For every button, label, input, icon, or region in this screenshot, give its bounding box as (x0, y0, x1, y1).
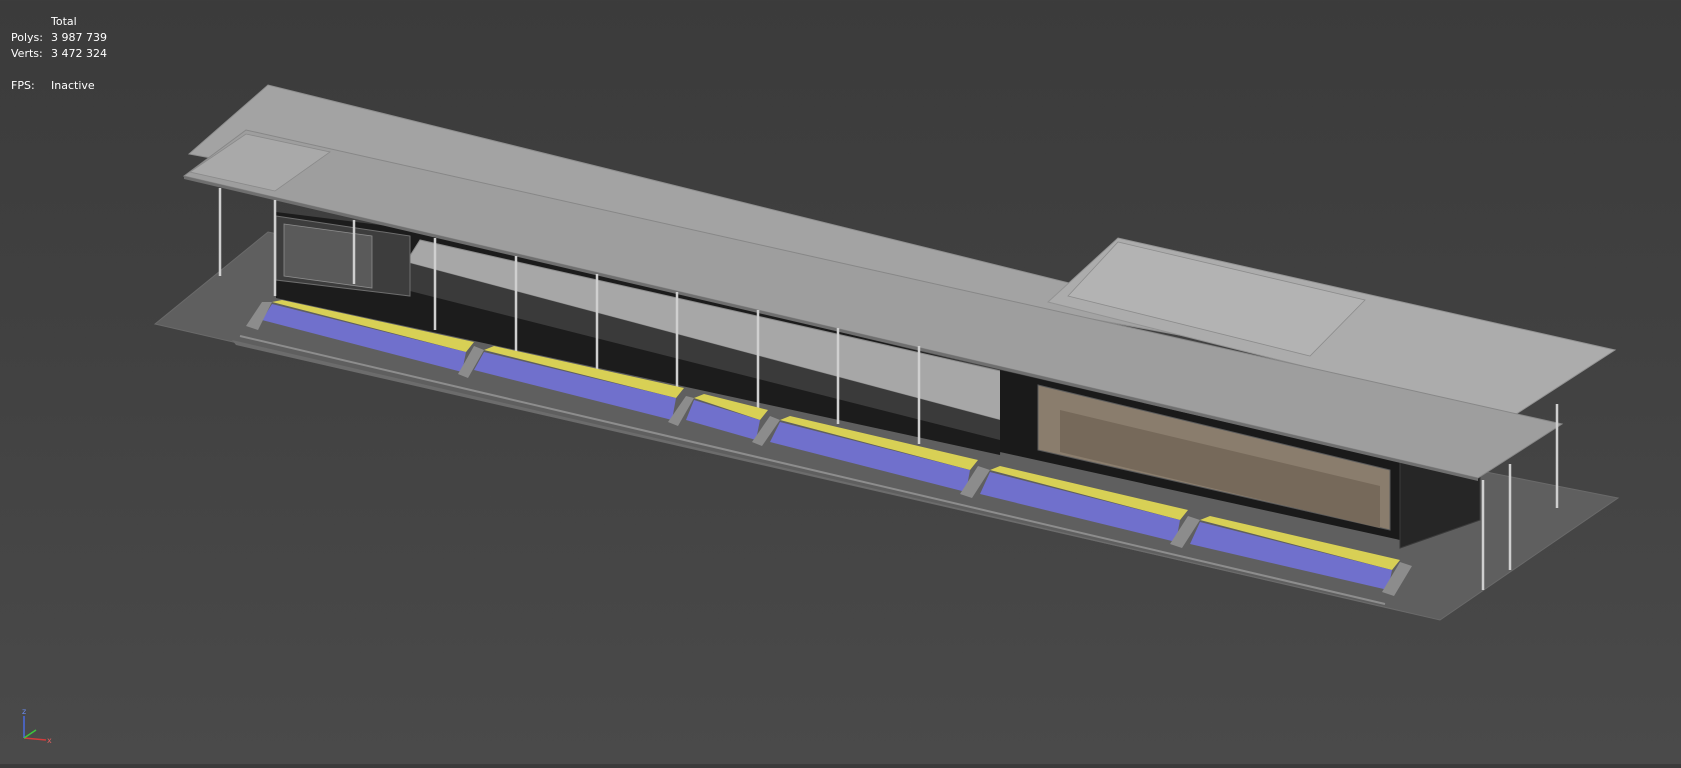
fps-label: FPS: (11, 79, 35, 92)
verts-label: Verts: (11, 47, 43, 60)
axis-y-line (23, 729, 37, 739)
fps-value: Inactive (51, 79, 95, 92)
polys-label: Polys: (11, 31, 43, 44)
axis-z-label: z (22, 707, 26, 716)
verts-value: 3 472 324 (51, 47, 107, 60)
3d-viewport[interactable]: Total Polys: 3 987 739 Verts: 3 472 324 … (0, 0, 1681, 764)
stats-header: Total (51, 15, 77, 28)
axis-x-line (23, 737, 47, 741)
stadium-model (153, 84, 1620, 621)
axis-x-label: x (47, 736, 52, 745)
polys-value: 3 987 739 (51, 31, 107, 44)
axis-gizmo-icon: z x (22, 707, 52, 745)
